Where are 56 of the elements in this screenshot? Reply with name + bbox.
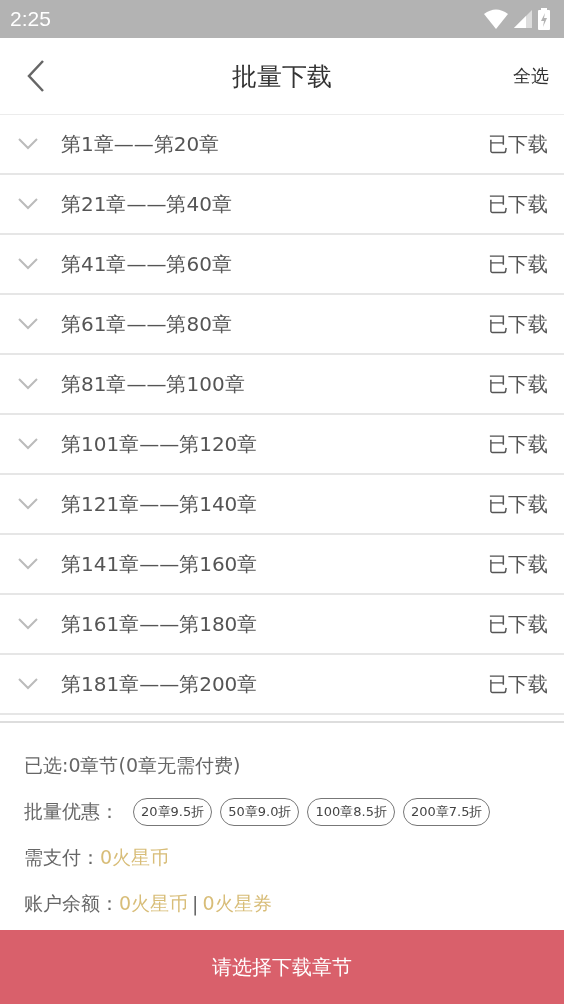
download-status: 已下载 [488, 310, 548, 338]
download-status: 已下载 [488, 670, 548, 698]
chapter-row[interactable]: 第141章——第160章 已下载 [0, 535, 564, 595]
battery-icon [538, 8, 550, 30]
chapter-range: 第121章——第140章 [61, 490, 259, 518]
balance-label: 账户余额： [24, 891, 119, 916]
chevron-down-icon[interactable] [18, 378, 38, 390]
chapter-row[interactable]: 第81章——第100章 已下载 [0, 355, 564, 415]
wifi-icon [484, 9, 508, 29]
chevron-down-icon[interactable] [18, 258, 38, 270]
back-button[interactable] [26, 59, 46, 93]
download-status: 已下载 [488, 250, 548, 278]
chevron-down-icon[interactable] [18, 318, 38, 330]
download-status: 已下载 [488, 610, 548, 638]
chapter-range: 第41章——第60章 [61, 250, 233, 278]
separator: | [192, 893, 199, 915]
download-status: 已下载 [488, 190, 548, 218]
chevron-down-icon[interactable] [18, 678, 38, 690]
download-status: 已下载 [488, 550, 548, 578]
chapter-row[interactable]: 第41章——第60章 已下载 [0, 235, 564, 295]
chevron-down-icon[interactable] [18, 138, 38, 150]
pay-amount: 0火星币 [100, 845, 170, 870]
balance-amount: 0火星币 [119, 891, 189, 916]
download-status: 已下载 [488, 490, 548, 518]
download-status: 已下载 [488, 430, 548, 458]
page-title: 批量下载 [232, 60, 332, 93]
pay-label: 需支付： [24, 845, 100, 870]
chapter-range: 第101章——第120章 [61, 430, 259, 458]
chapter-range: 第81章——第100章 [61, 370, 246, 398]
chapter-range: 第1章——第20章 [61, 130, 221, 158]
chapter-row[interactable]: 第61章——第80章 已下载 [0, 295, 564, 355]
chevron-down-icon[interactable] [18, 558, 38, 570]
chevron-down-icon[interactable] [18, 498, 38, 510]
signal-icon [514, 10, 532, 28]
chapter-range: 第141章——第160章 [61, 550, 259, 578]
download-button[interactable]: 请选择下载章节 [0, 930, 564, 1004]
chevron-down-icon[interactable] [18, 618, 38, 630]
chevron-down-icon[interactable] [18, 438, 38, 450]
chapter-range: 第61章——第80章 [61, 310, 233, 338]
chapter-row[interactable]: 第181章——第200章 已下载 [0, 655, 564, 715]
chapter-row[interactable]: 第1章——第20章 已下载 [0, 115, 564, 175]
chapter-row[interactable]: 第101章——第120章 已下载 [0, 415, 564, 475]
select-all-button[interactable]: 全选 [513, 64, 549, 88]
selected-summary: 已选:0章节(0章无需付费) [24, 753, 241, 778]
chevron-down-icon[interactable] [18, 198, 38, 210]
balance-amount: 0火星券 [202, 891, 272, 916]
chapter-row[interactable]: 第161章——第180章 已下载 [0, 595, 564, 655]
chapter-range: 第161章——第180章 [61, 610, 259, 638]
status-time: 2:25 [10, 7, 51, 31]
chapter-row[interactable]: 第121章——第140章 已下载 [0, 475, 564, 535]
download-status: 已下载 [488, 130, 548, 158]
chapter-row[interactable]: 第21章——第40章 已下载 [0, 175, 564, 235]
download-status: 已下载 [488, 370, 548, 398]
chapter-range: 第181章——第200章 [61, 670, 259, 698]
discount-label: 批量优惠： [24, 799, 119, 824]
chapter-range: 第21章——第40章 [61, 190, 233, 218]
